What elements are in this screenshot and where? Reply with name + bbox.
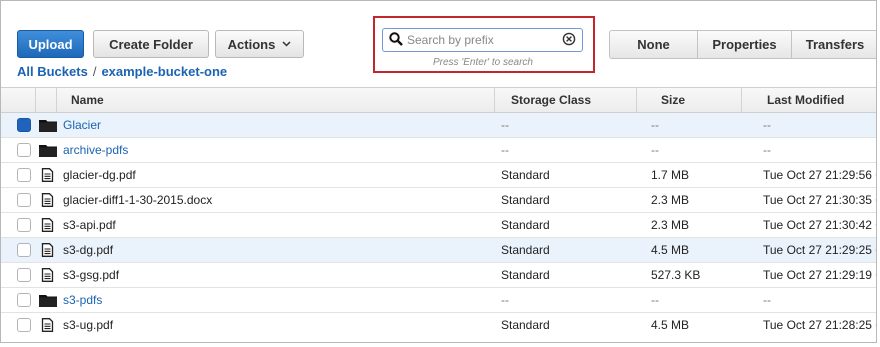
row-checkbox[interactable] xyxy=(17,268,31,282)
row-checkbox[interactable] xyxy=(17,118,31,132)
table-row[interactable]: s3-dg.pdf Standard 4.5 MB Tue Oct 27 21:… xyxy=(1,238,877,263)
column-header-name[interactable]: Name xyxy=(71,88,104,112)
row-last-modified: Tue Oct 27 21:30:35 G xyxy=(763,193,877,207)
row-size: 1.7 MB xyxy=(651,168,690,182)
search-input[interactable] xyxy=(403,33,562,47)
row-name[interactable]: s3-gsg.pdf xyxy=(63,263,119,287)
actions-dropdown-button[interactable]: Actions xyxy=(215,30,304,58)
row-size: 2.3 MB xyxy=(651,218,690,232)
row-last-modified: Tue Oct 27 21:29:19 G xyxy=(763,268,877,282)
tab-transfers-label: Transfers xyxy=(805,37,865,52)
folder-icon xyxy=(39,120,57,132)
table-row[interactable]: archive-pdfs -- -- -- xyxy=(1,138,876,163)
folder-icon xyxy=(39,145,57,157)
search-field[interactable] xyxy=(382,28,583,52)
table-header: Name Storage Class Size Last Modified xyxy=(1,87,876,113)
file-icon xyxy=(41,243,54,257)
folder-icon xyxy=(39,295,57,307)
row-size: -- xyxy=(651,143,659,157)
row-checkbox[interactable] xyxy=(17,318,31,332)
row-storage-class: -- xyxy=(501,293,509,307)
search-highlight-box: Press 'Enter' to search xyxy=(373,16,595,73)
row-storage-class: Standard xyxy=(501,318,550,332)
tab-none[interactable]: None xyxy=(609,30,697,59)
file-icon xyxy=(41,168,54,182)
create-folder-button[interactable]: Create Folder xyxy=(93,30,209,58)
row-size: 4.5 MB xyxy=(651,243,690,257)
row-checkbox[interactable] xyxy=(17,143,31,157)
file-icon xyxy=(41,218,54,232)
row-name[interactable]: s3-ug.pdf xyxy=(63,313,113,337)
chevron-down-icon xyxy=(282,39,291,49)
s3-console-panel: Upload Create Folder Actions All Buckets… xyxy=(0,0,877,343)
row-checkbox[interactable] xyxy=(17,293,31,307)
row-checkbox[interactable] xyxy=(17,243,31,257)
upload-label: Upload xyxy=(28,36,73,52)
column-divider xyxy=(636,88,637,112)
row-checkbox[interactable] xyxy=(17,218,31,232)
column-header-storage-class[interactable]: Storage Class xyxy=(511,88,591,112)
row-storage-class: -- xyxy=(501,118,509,132)
table-row[interactable]: s3-ug.pdf Standard 4.5 MB Tue Oct 27 21:… xyxy=(1,313,877,338)
table-row[interactable]: glacier-diff1-1-30-2015.docx Standard 2.… xyxy=(1,188,877,213)
table-row[interactable]: s3-api.pdf Standard 2.3 MB Tue Oct 27 21… xyxy=(1,213,877,238)
column-header-last-modified[interactable]: Last Modified xyxy=(767,88,844,112)
column-divider xyxy=(35,88,36,112)
row-size: 4.5 MB xyxy=(651,318,690,332)
breadcrumb: All Buckets / example-bucket-one xyxy=(17,64,227,79)
row-last-modified: Tue Oct 27 21:30:42 G xyxy=(763,218,877,232)
row-name[interactable]: Glacier xyxy=(63,113,101,137)
table-row[interactable]: Glacier -- -- -- xyxy=(1,113,876,138)
row-name[interactable]: archive-pdfs xyxy=(63,138,128,162)
table-row[interactable]: s3-pdfs -- -- -- xyxy=(1,288,876,313)
actions-label: Actions xyxy=(227,36,276,52)
column-divider xyxy=(741,88,742,112)
table-row[interactable]: s3-gsg.pdf Standard 527.3 KB Tue Oct 27 … xyxy=(1,263,877,288)
row-name[interactable]: s3-pdfs xyxy=(63,288,102,312)
row-last-modified: Tue Oct 27 21:29:25 G xyxy=(763,243,877,257)
file-icon xyxy=(41,268,54,282)
clear-icon[interactable] xyxy=(562,32,576,49)
row-name[interactable]: s3-dg.pdf xyxy=(63,238,113,262)
row-last-modified: -- xyxy=(763,293,771,307)
search-hint: Press 'Enter' to search xyxy=(433,57,533,68)
row-storage-class: Standard xyxy=(501,268,550,282)
row-last-modified: -- xyxy=(763,143,771,157)
row-size: 2.3 MB xyxy=(651,193,690,207)
row-storage-class: -- xyxy=(501,143,509,157)
row-last-modified: Tue Oct 27 21:29:56 G xyxy=(763,168,877,182)
file-icon xyxy=(41,193,54,207)
create-folder-label: Create Folder xyxy=(109,36,193,52)
row-storage-class: Standard xyxy=(501,193,550,207)
column-divider xyxy=(494,88,495,112)
breadcrumb-current-bucket[interactable]: example-bucket-one xyxy=(101,64,227,79)
tab-transfers[interactable]: Transfers xyxy=(791,30,876,59)
row-checkbox[interactable] xyxy=(17,168,31,182)
file-icon xyxy=(41,318,54,332)
tab-none-label: None xyxy=(637,37,670,52)
row-size: -- xyxy=(651,118,659,132)
row-size: -- xyxy=(651,293,659,307)
upload-button[interactable]: Upload xyxy=(17,30,84,58)
row-name[interactable]: glacier-diff1-1-30-2015.docx xyxy=(63,188,212,212)
row-size: 527.3 KB xyxy=(651,268,701,282)
row-last-modified: Tue Oct 27 21:28:25 G xyxy=(763,318,877,332)
breadcrumb-separator: / xyxy=(92,64,97,79)
column-divider xyxy=(56,88,57,112)
search-icon xyxy=(389,31,403,49)
column-header-size[interactable]: Size xyxy=(661,88,685,112)
tab-properties[interactable]: Properties xyxy=(697,30,791,59)
row-checkbox[interactable] xyxy=(17,193,31,207)
table-row[interactable]: glacier-dg.pdf Standard 1.7 MB Tue Oct 2… xyxy=(1,163,877,188)
row-storage-class: Standard xyxy=(501,243,550,257)
row-name[interactable]: s3-api.pdf xyxy=(63,213,116,237)
row-last-modified: -- xyxy=(763,118,771,132)
row-storage-class: Standard xyxy=(501,168,550,182)
row-name[interactable]: glacier-dg.pdf xyxy=(63,163,136,187)
row-storage-class: Standard xyxy=(501,218,550,232)
tab-properties-label: Properties xyxy=(712,37,777,52)
breadcrumb-all-buckets[interactable]: All Buckets xyxy=(17,64,88,79)
